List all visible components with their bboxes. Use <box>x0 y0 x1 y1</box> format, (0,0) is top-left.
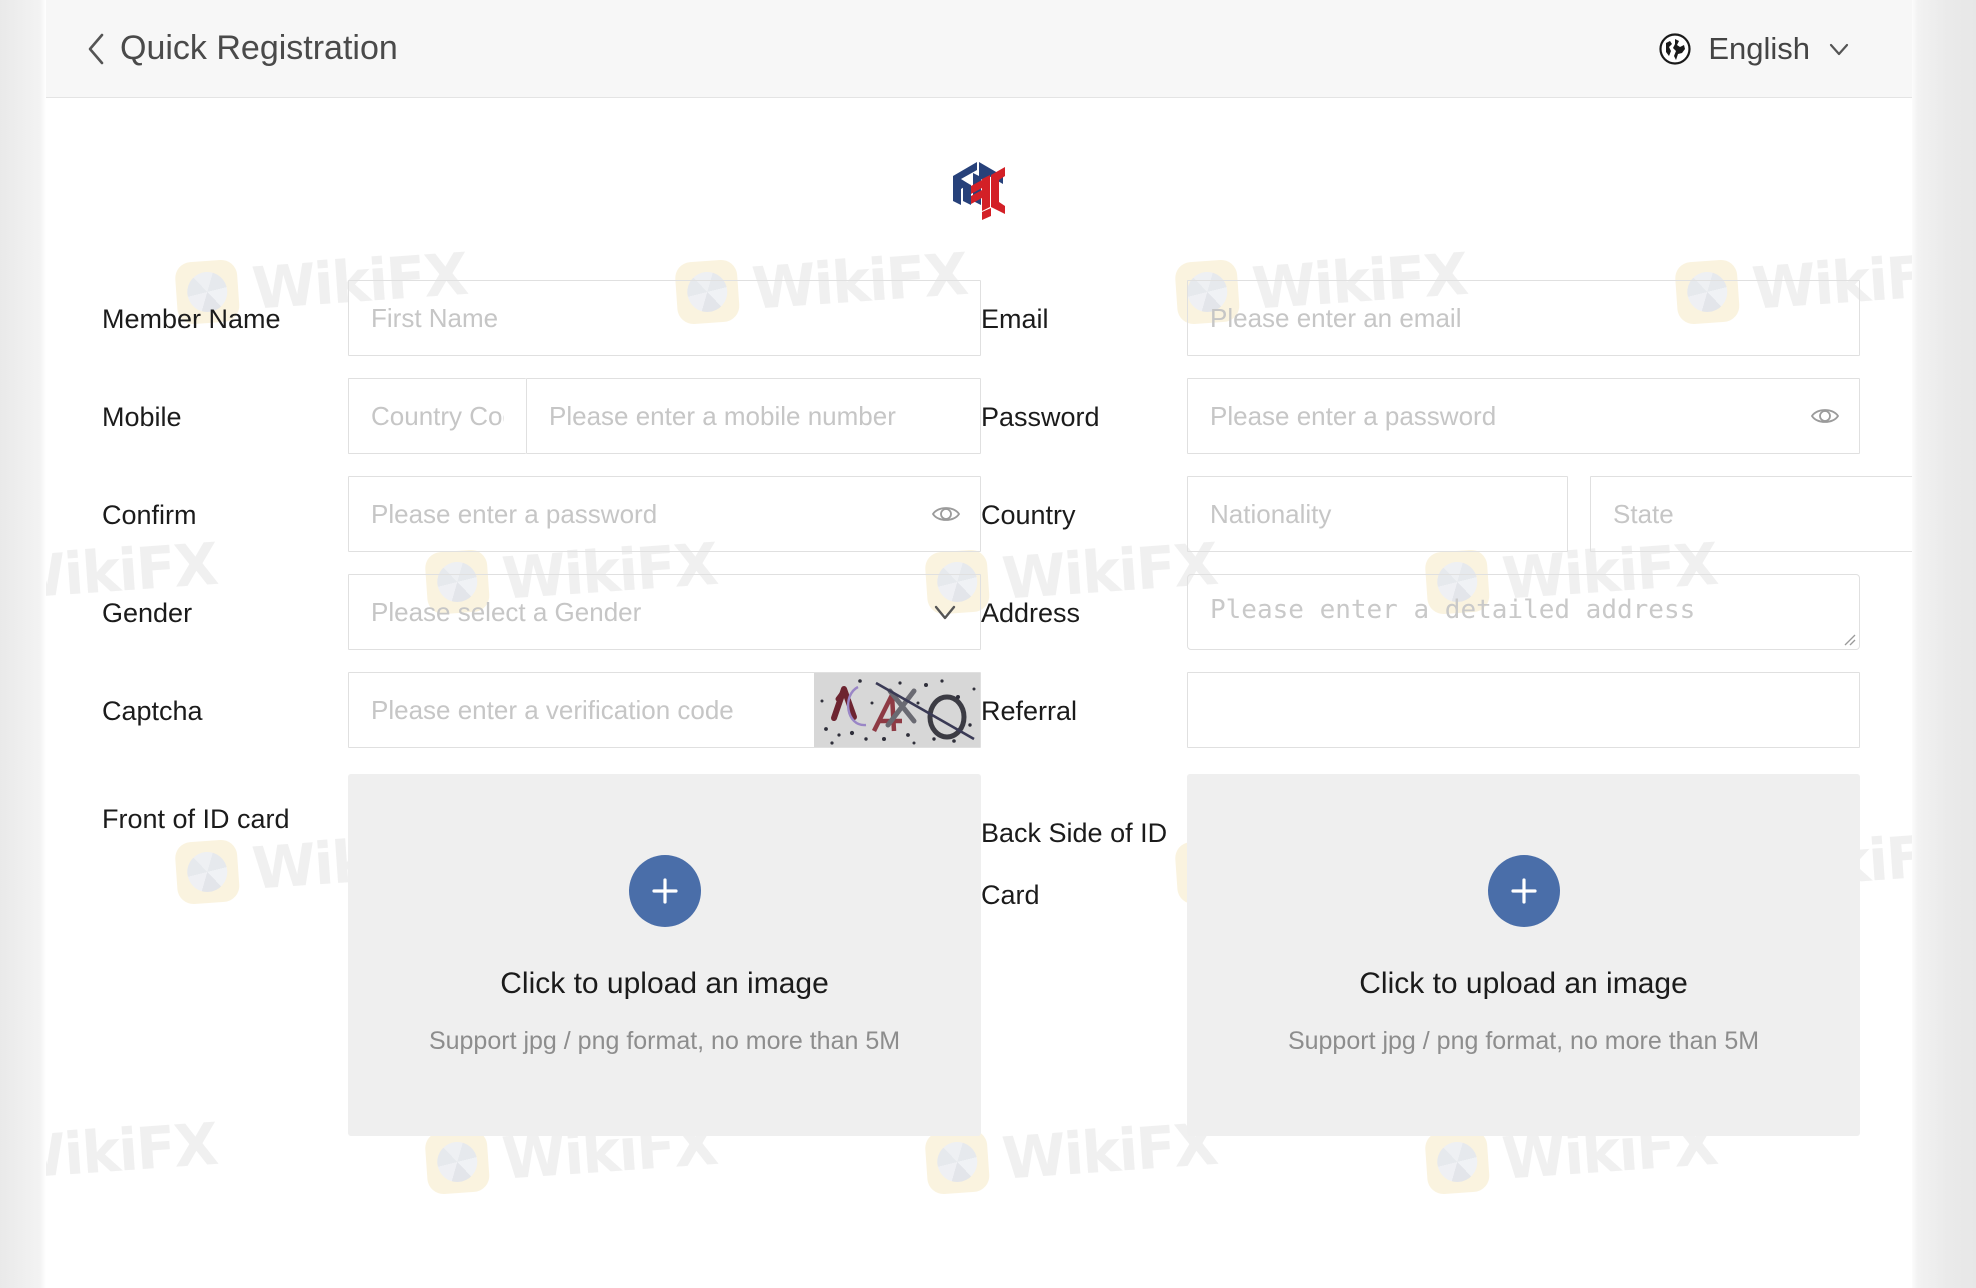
brand-logo <box>46 160 1912 222</box>
form-row-gender-address: Gender Address <box>102 574 1860 650</box>
plus-icon <box>628 854 701 927</box>
captcha-label: Captcha <box>102 696 203 726</box>
state-input[interactable] <box>1590 476 1912 552</box>
id-back-label: Back Side of ID Card <box>981 774 1187 926</box>
language-selector[interactable]: English <box>1658 31 1864 67</box>
field-country: Country <box>981 476 1912 552</box>
id-front-upload-title: Click to upload an image <box>500 966 829 1000</box>
eye-icon[interactable] <box>1808 399 1842 433</box>
email-input[interactable] <box>1187 280 1860 356</box>
globe-icon <box>1658 32 1692 66</box>
address-label: Address <box>981 598 1081 628</box>
registration-form: Member Name Email Mobi <box>46 280 1912 1136</box>
form-row-mobile-password: Mobile Password <box>102 378 1860 454</box>
mobile-label: Mobile <box>102 402 182 432</box>
plus-icon <box>1487 854 1560 927</box>
language-label: English <box>1708 30 1810 66</box>
id-front-label: Front of ID card <box>102 804 290 834</box>
id-back-upload-title: Click to upload an image <box>1359 966 1688 1000</box>
chevron-down-icon <box>1826 36 1852 62</box>
cube-logo-icon <box>951 160 1007 222</box>
chevron-down-icon[interactable] <box>929 596 961 628</box>
id-back-upload-hint: Support jpg / png format, no more than 5… <box>1287 1026 1760 1055</box>
password-input[interactable] <box>1187 378 1860 454</box>
id-back-label-line1: Back Side of ID <box>981 818 1168 848</box>
country-code-input[interactable] <box>348 378 526 454</box>
nationality-input[interactable] <box>1187 476 1568 552</box>
field-confirm: Confirm <box>102 476 981 552</box>
wikifx-badge-icon <box>1424 1128 1491 1196</box>
back-chevron-icon <box>86 32 106 66</box>
field-gender: Gender <box>102 574 981 650</box>
field-referral: Referral <box>981 672 1860 748</box>
field-address: Address <box>981 574 1860 650</box>
member-name-label: Member Name <box>102 304 281 334</box>
member-name-input[interactable] <box>348 280 981 356</box>
wikifx-badge-icon <box>424 1128 491 1196</box>
gender-label: Gender <box>102 598 193 628</box>
captcha-image[interactable] <box>814 673 980 747</box>
page-title: Quick Registration <box>120 29 398 67</box>
form-row-captcha-referral: Captcha Please enter a verification code… <box>102 672 1860 748</box>
field-email: Email <box>981 280 1860 356</box>
field-captcha: Captcha <box>102 672 981 748</box>
gender-select[interactable] <box>348 574 981 650</box>
form-row-name-email: Member Name Email <box>102 280 1860 356</box>
page-root: WikiFX WikiFX WikiFX WikiFX WikiFX WikiFX Wiki… <box>0 0 1976 1288</box>
email-label: Email <box>981 304 1049 334</box>
address-textarea[interactable] <box>1187 574 1860 650</box>
password-label: Password <box>981 402 1100 432</box>
eye-icon[interactable] <box>929 497 963 531</box>
field-member-name: Member Name <box>102 280 981 356</box>
app-frame: WikiFX WikiFX WikiFX WikiFX WikiFX WikiFX Wiki… <box>46 0 1912 1288</box>
field-mobile: Mobile <box>102 378 981 454</box>
mobile-number-input[interactable] <box>526 378 981 454</box>
referral-input[interactable] <box>1187 672 1860 748</box>
id-front-upload-box[interactable]: Click to upload an image Support jpg / p… <box>348 774 981 1136</box>
id-back-label-line2: Card <box>981 880 1040 910</box>
form-row-id-uploads: Front of ID card Click to upload an imag… <box>102 774 1860 1136</box>
back-button[interactable]: Quick Registration <box>86 29 398 68</box>
app-header: Quick Registration English <box>46 0 1912 98</box>
registration-content: Member Name Email Mobi <box>46 98 1912 1136</box>
referral-label: Referral <box>981 696 1078 726</box>
form-row-confirm-country: Confirm Country <box>102 476 1912 552</box>
field-password: Password <box>981 378 1860 454</box>
id-back-upload-box[interactable]: Click to upload an image Support jpg / p… <box>1187 774 1860 1136</box>
wikifx-badge-icon <box>924 1128 991 1196</box>
field-id-back: Back Side of ID Card Click to upload an … <box>981 774 1860 1136</box>
confirm-password-input[interactable] <box>348 476 981 552</box>
field-id-front: Front of ID card Click to upload an imag… <box>102 774 981 1136</box>
id-front-upload-hint: Support jpg / png format, no more than 5… <box>428 1026 901 1055</box>
country-label: Country <box>981 500 1076 530</box>
confirm-label: Confirm <box>102 500 197 530</box>
